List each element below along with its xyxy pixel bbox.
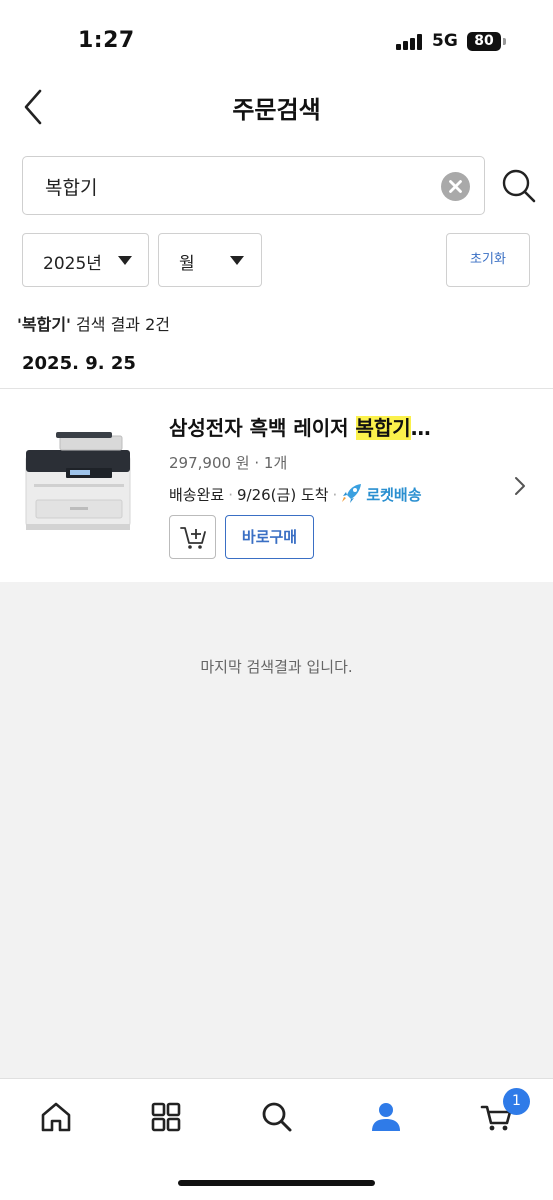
result-summary: '복합기' 검색 결과 2건 <box>17 311 170 335</box>
separator-dot: · <box>228 486 233 504</box>
divider <box>0 388 553 389</box>
arrival-date: 9/26(금) 도착 <box>236 486 329 504</box>
reset-button[interactable]: 초기화 <box>446 233 530 287</box>
rocket-delivery-label: 로켓배송 <box>366 486 422 504</box>
product-price-qty: 297,900 원 · 1개 <box>169 454 288 472</box>
product-image[interactable] <box>20 428 138 538</box>
product-name-highlight: 복합기 <box>355 416 411 440</box>
battery-icon: 80 <box>467 32 501 51</box>
clear-search-button[interactable] <box>441 172 470 201</box>
search-icon <box>262 1102 292 1132</box>
my-page-icon <box>372 1103 400 1131</box>
result-keyword: '복합기' <box>17 315 71 334</box>
home-indicator <box>178 1180 375 1186</box>
nav-category[interactable] <box>146 1097 186 1137</box>
battery-tip <box>503 38 506 45</box>
separator-dot: · <box>332 486 338 504</box>
chevron-right-icon <box>515 477 525 495</box>
end-of-results-message: 마지막 검색결과 입니다. <box>200 658 353 676</box>
delivery-info: 배송완료 · 9/26(금) 도착 · 로켓배송 <box>169 483 422 505</box>
month-select[interactable]: 월 <box>158 233 262 287</box>
month-select-value: 월 <box>179 254 195 274</box>
add-to-cart-button[interactable] <box>169 515 216 559</box>
rocket-icon <box>342 484 362 503</box>
category-icon <box>151 1102 181 1132</box>
network-type: 5G <box>432 31 458 51</box>
rocket-delivery-badge: 로켓배송 <box>341 484 422 504</box>
page-title: 주문검색 <box>232 96 321 124</box>
search-box <box>22 156 485 215</box>
close-icon <box>449 180 462 193</box>
result-count-text: 검색 결과 2건 <box>70 315 171 334</box>
status-time: 1:27 <box>78 28 135 53</box>
search-input[interactable] <box>45 171 425 201</box>
search-button[interactable] <box>500 167 538 205</box>
order-date: 2025. 9. 25 <box>22 353 136 374</box>
home-icon <box>41 1102 71 1132</box>
cart-plus-icon <box>180 527 206 549</box>
search-icon <box>502 169 536 203</box>
year-select-value: 2025년 <box>43 254 102 274</box>
nav-home[interactable] <box>36 1097 76 1137</box>
product-name-prefix: 삼성전자 흑백 레이저 <box>169 416 356 440</box>
signal-icon <box>396 34 424 50</box>
caret-down-icon <box>230 256 244 265</box>
nav-search[interactable] <box>257 1097 297 1137</box>
caret-down-icon <box>118 256 132 265</box>
status-bar: 1:27 5G 80 <box>0 0 553 80</box>
order-detail-arrow[interactable] <box>512 474 528 498</box>
cart-count-badge: 1 <box>503 1088 530 1115</box>
year-select[interactable]: 2025년 <box>22 233 149 287</box>
printer-image <box>25 432 131 530</box>
delivery-status: 배송완료 <box>169 486 225 504</box>
product-name-suffix: … <box>410 416 431 440</box>
product-name[interactable]: 삼성전자 흑백 레이저 복합기… <box>169 412 479 441</box>
nav-my-page[interactable] <box>366 1097 406 1137</box>
buy-now-button[interactable]: 바로구매 <box>225 515 314 559</box>
